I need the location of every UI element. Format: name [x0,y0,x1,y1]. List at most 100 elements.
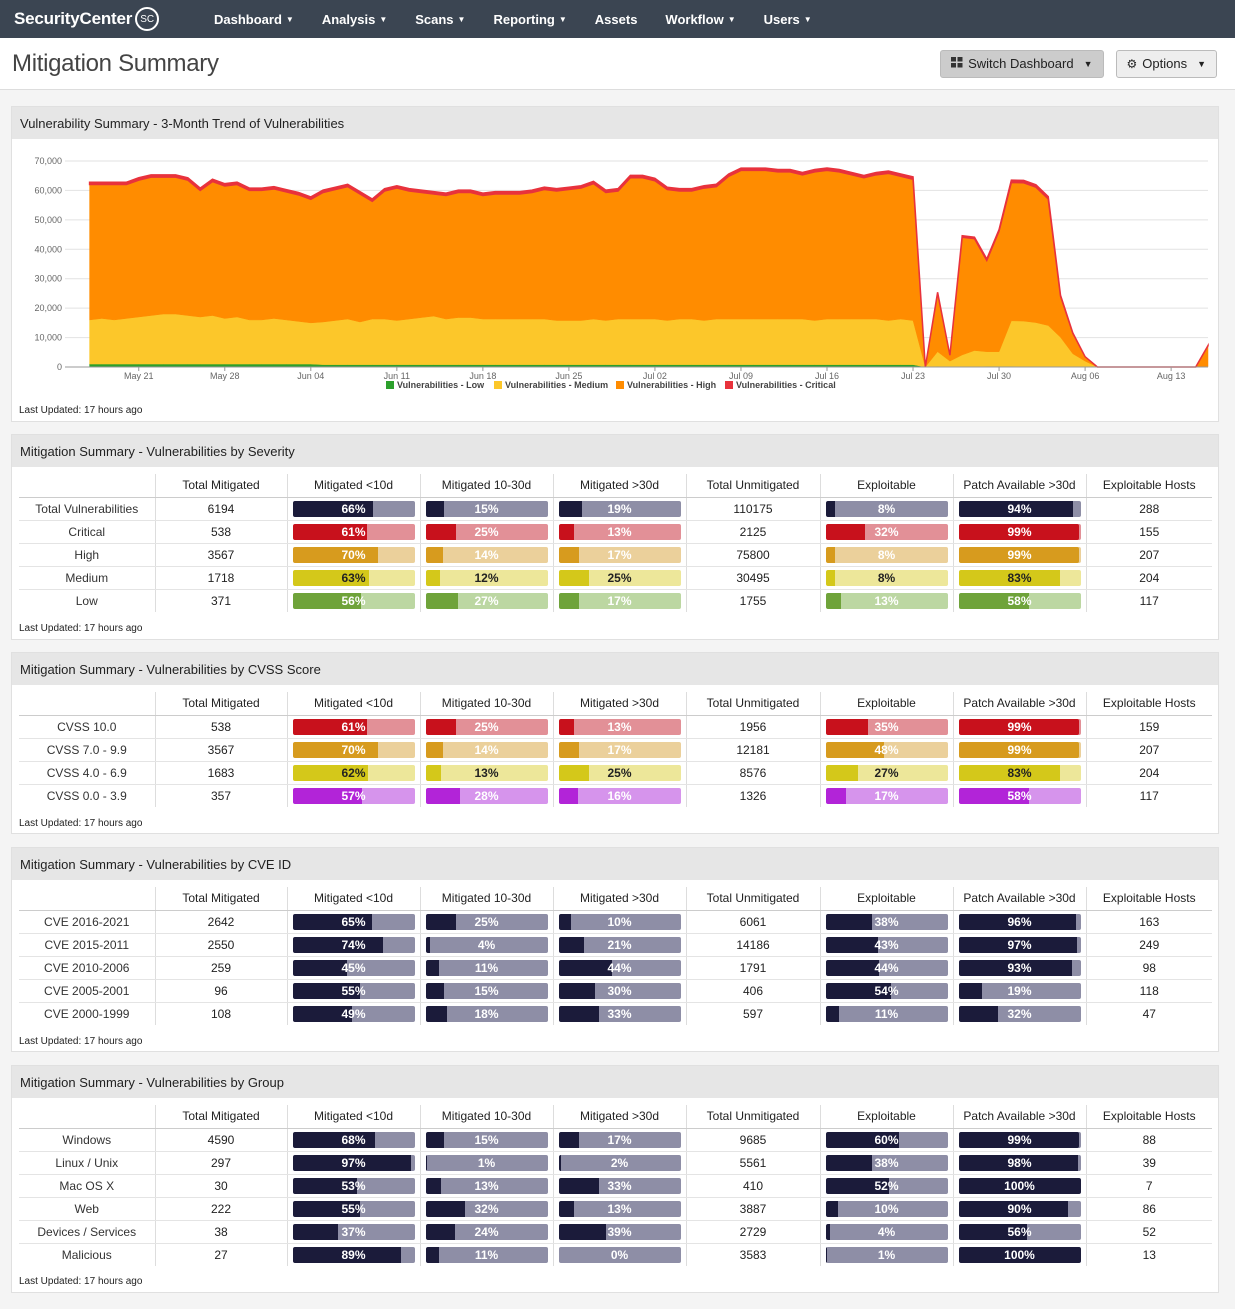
nav-reporting[interactable]: Reporting ▼ [479,0,580,38]
table-row[interactable]: Low 371 56% 27% 17% 1755 13% 58% 117 [19,589,1212,612]
table-row[interactable]: CVSS 7.0 - 9.9 3567 70% 14% 17% 12181 48% 99% 20… [19,738,1212,762]
table-row[interactable]: Devices / Services 38 37% 24% 39% 2729 4% 56% 52 [19,1220,1212,1244]
nav-assets[interactable]: Assets [581,0,652,38]
nav-workflow[interactable]: Workflow ▼ [651,0,749,38]
progress-label: 48% [874,742,899,757]
progress-bar: 14% [425,546,548,563]
nav-users[interactable]: Users ▼ [750,0,826,38]
table-row[interactable]: Malicious 27 89% 11% 0% 3583 1% 100% 13 [19,1243,1212,1266]
column-header: Total Unmitigated [685,474,820,498]
legend-label: Vulnerabilities - Low [397,380,485,390]
table-row[interactable]: Critical 538 61% 25% 13% 2125 32% 99% 155 [19,520,1212,544]
progress-label: 49% [341,1006,366,1021]
progress-cell: 15% [419,1128,553,1152]
value-cell: 13 [1085,1243,1212,1266]
table-row[interactable]: Total Vulnerabilities 6194 66% 15% 19% 110175… [19,497,1212,521]
switch-dashboard-button[interactable]: Switch Dashboard ▼ [940,49,1104,78]
progress-cell: 61% [286,520,420,544]
progress-label: 55% [341,1201,366,1216]
progress-bar: 58% [958,592,1081,609]
table-row[interactable]: Web 222 55% 32% 13% 3887 10% 90% 86 [19,1197,1212,1221]
x-tick-label: Jun 04 [297,371,324,381]
column-header: Total Unmitigated [685,887,820,911]
legend-label: Vulnerabilities - High [627,380,716,390]
progress-label: 63% [341,570,366,585]
progress-cell: 53% [286,1174,420,1198]
value-cell: 12181 [685,738,820,762]
progress-cell: 32% [952,1002,1086,1025]
progress-label: 15% [474,983,499,998]
value-cell: 3567 [154,738,287,762]
options-button[interactable]: ⚙ Options ▼ [1115,49,1217,78]
table-row[interactable]: CVE 2015-2011 2550 74% 4% 21% 14186 43% 97% 249 [19,933,1212,957]
table-row[interactable]: CVE 2005-2001 96 55% 15% 30% 406 54% 19% 118 [19,979,1212,1003]
value-cell: 1683 [154,761,287,785]
row-label: Devices / Services [19,1220,155,1244]
progress-label: 61% [341,719,366,734]
table-row[interactable]: Mac OS X 30 53% 13% 33% 410 52% 100% 7 [19,1174,1212,1198]
progress-bar: 33% [558,1177,681,1194]
progress-label: 13% [474,765,499,780]
progress-label: 25% [607,765,632,780]
nav-analysis[interactable]: Analysis ▼ [308,0,401,38]
top-navbar: SecurityCenter SC Dashboard ▼ Analysis ▼ Sca… [0,0,1235,38]
table-row[interactable]: High 3567 70% 14% 17% 75800 8% 99% 207 [19,543,1212,567]
nav-scans[interactable]: Scans ▼ [401,0,479,38]
value-cell: 371 [154,589,287,612]
progress-bar: 32% [958,1005,1081,1022]
progress-label: 97% [341,1155,366,1170]
panel-title: Mitigation Summary - Vulnerabilities by … [12,653,1218,685]
progress-cell: 13% [552,715,686,739]
value-cell: 1791 [685,956,820,980]
progress-cell: 1% [819,1243,953,1266]
progress-bar: 15% [425,982,548,999]
progress-bar: 24% [425,1223,548,1240]
last-updated: Last Updated: 17 hours ago [19,1036,143,1047]
table-row[interactable]: CVSS 10.0 538 61% 25% 13% 1956 35% 99% 159 [19,715,1212,739]
value-cell: 117 [1085,589,1212,612]
legend-swatch [616,381,624,389]
progress-bar: 1% [425,1154,548,1171]
table-row[interactable]: Windows 4590 68% 15% 17% 9685 60% 99% 88 [19,1128,1212,1152]
progress-cell: 99% [952,543,1086,567]
table-row[interactable]: CVSS 0.0 - 3.9 357 57% 28% 16% 1326 17% 58% 117 [19,784,1212,807]
progress-cell: 37% [286,1220,420,1244]
value-cell: 259 [154,956,287,980]
column-header: Mitigated <10d [286,692,420,716]
table-row[interactable]: CVE 2000-1999 108 49% 18% 33% 597 11% 32% 47 [19,1002,1212,1025]
progress-label: 17% [607,593,632,608]
table-row[interactable]: Linux / Unix 297 97% 1% 2% 5561 38% 98% 39 [19,1151,1212,1175]
progress-cell: 27% [819,761,953,785]
main-nav: Dashboard ▼ Analysis ▼ Scans ▼ Reporting ▼ Asset… [200,0,826,38]
progress-bar: 38% [825,913,948,930]
value-cell: 4590 [154,1128,287,1152]
app-logo[interactable]: SecurityCenter SC [0,7,200,31]
progress-cell: 63% [286,566,420,590]
progress-cell: 70% [286,738,420,762]
progress-label: 32% [874,524,899,539]
progress-bar: 93% [958,959,1081,976]
column-header [19,474,155,498]
progress-bar: 10% [558,913,681,930]
value-cell: 108 [154,1002,287,1025]
progress-bar: 35% [825,718,948,735]
progress-bar: 37% [292,1223,415,1240]
table-row[interactable]: CVE 2010-2006 259 45% 11% 44% 1791 44% 93% 98 [19,956,1212,980]
value-cell: 30495 [685,566,820,590]
table-row[interactable]: CVE 2016-2021 2642 65% 25% 10% 6061 38% 96% 163 [19,910,1212,934]
nav-dashboard[interactable]: Dashboard ▼ [200,0,308,38]
progress-bar: 39% [558,1223,681,1240]
progress-bar: 99% [958,718,1081,735]
progress-label: 13% [607,719,632,734]
table-row[interactable]: CVSS 4.0 - 6.9 1683 62% 13% 25% 8576 27% 83% 204 [19,761,1212,785]
progress-bar: 14% [425,741,548,758]
progress-cell: 13% [419,1174,553,1198]
row-label: CVE 2010-2006 [19,956,155,980]
logo-text: SecurityCenter [14,9,133,28]
progress-cell: 100% [952,1243,1086,1266]
x-tick-label: Aug 06 [1071,371,1100,381]
table-row[interactable]: Medium 1718 63% 12% 25% 30495 8% 83% 204 [19,566,1212,590]
column-header: Exploitable [819,474,953,498]
value-cell: 7 [1085,1174,1212,1198]
row-label: Total Vulnerabilities [19,497,155,521]
